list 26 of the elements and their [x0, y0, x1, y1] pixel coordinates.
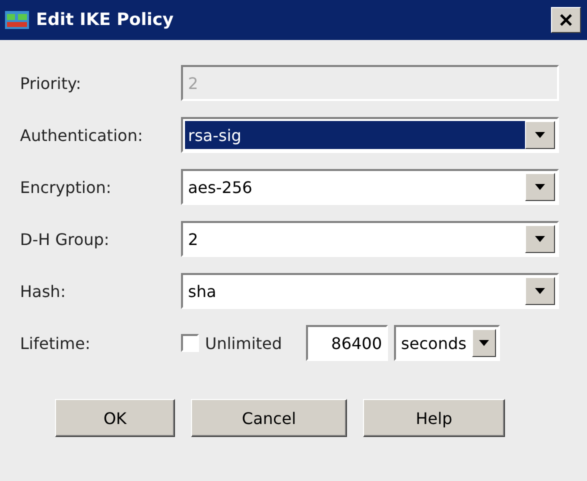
field-label: Hash: [20, 282, 67, 300]
caret-icon [479, 340, 490, 346]
field-label: D-H Group: [20, 230, 110, 248]
close-icon [559, 13, 573, 27]
app-icon [4, 9, 30, 31]
checkbox-label: Unlimited [205, 334, 282, 352]
dropdown-field[interactable]: aes-256 [181, 169, 559, 205]
dropdown-field[interactable]: sha [181, 273, 559, 309]
dropdown-field[interactable]: 2 [181, 221, 559, 257]
caret-icon [535, 184, 545, 190]
dialog-button[interactable]: Cancel [191, 399, 347, 437]
field-label: Encryption: [20, 178, 112, 196]
unit-dropdown[interactable]: seconds [394, 325, 500, 361]
field-label: Authentication: [20, 126, 144, 144]
field-label: Lifetime: [20, 334, 92, 352]
dialog-button[interactable]: OK [55, 399, 175, 437]
dialog-button[interactable]: Help [363, 399, 505, 437]
window-title: Edit IKE Policy [36, 10, 175, 30]
dropdown-field[interactable]: rsa-sig [181, 117, 559, 153]
caret-icon [535, 236, 545, 242]
close-button[interactable] [551, 7, 581, 33]
checkbox[interactable] [181, 334, 199, 352]
caret-icon [535, 288, 545, 294]
caret-icon [535, 132, 545, 138]
lifetime-input[interactable]: 86400 [306, 325, 388, 361]
field-label: Priority: [20, 74, 82, 92]
